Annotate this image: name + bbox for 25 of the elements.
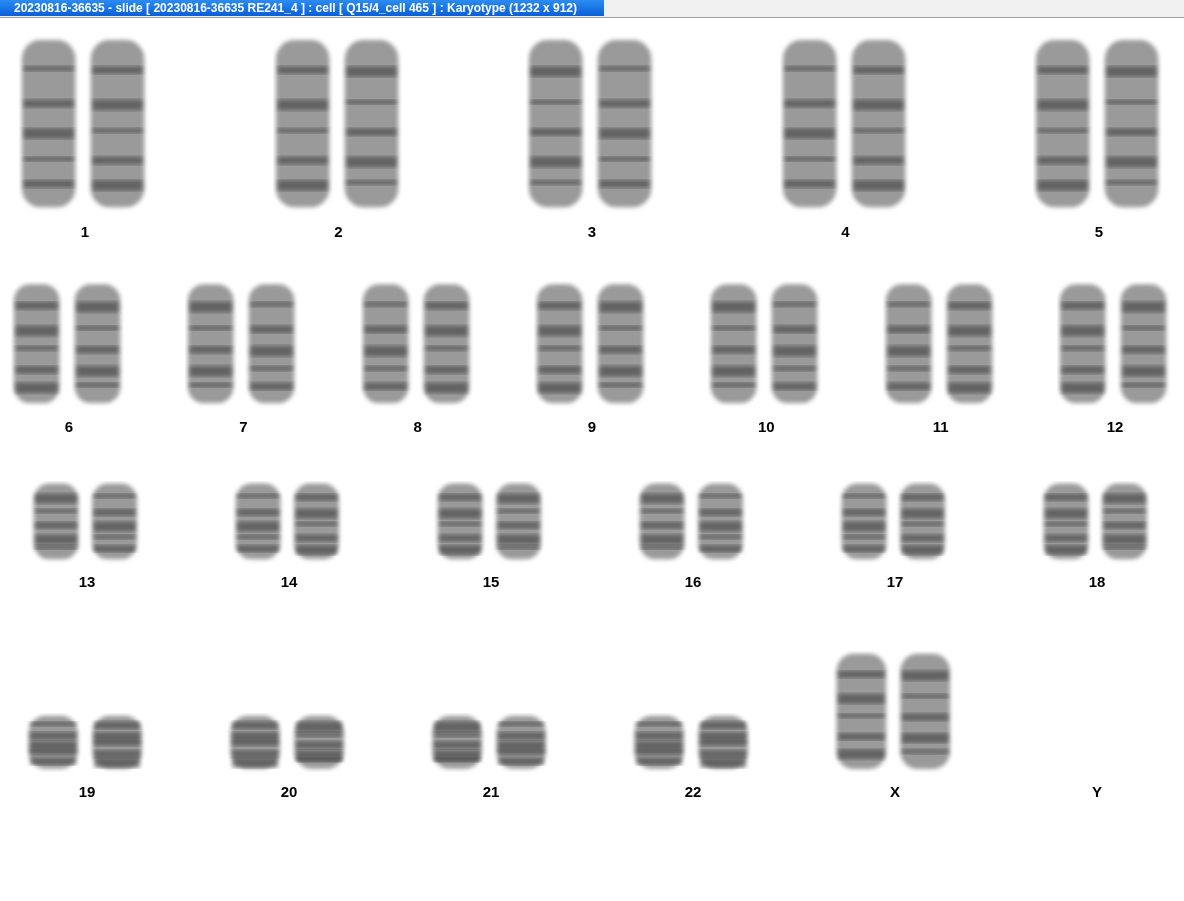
chromosome-number: 19 xyxy=(78,783,96,801)
chromosome-number: 22 xyxy=(684,783,702,801)
chromosome-number: 17 xyxy=(886,573,904,591)
chromosome-number: 2 xyxy=(334,223,343,241)
chromosome-number: 15 xyxy=(482,573,500,591)
chromosome-number: 6 xyxy=(64,418,74,436)
chromosome-number: 1 xyxy=(80,223,90,241)
chromosome-number: Y xyxy=(1092,783,1102,801)
chromosome-number: 9 xyxy=(587,418,597,436)
chromosome-number: 11 xyxy=(932,418,949,436)
chromosome-number: 7 xyxy=(239,418,248,436)
chromosome-number: 12 xyxy=(1106,418,1124,436)
chromosome-number: 4 xyxy=(841,223,850,241)
chromosome-number: 8 xyxy=(413,418,422,436)
chromosome-number: 16 xyxy=(684,573,702,591)
chromosome-number: 13 xyxy=(78,573,96,591)
chromosome-number: 10 xyxy=(757,418,775,436)
chromosome-number: X xyxy=(890,783,900,801)
window-title: 20230816-36635 - slide [ 20230816-36635 RE241_4 ] : cell [ Q15/4_cell 465 ] : Karyotype (1232 x 912) xyxy=(0,0,604,16)
chromosome-number: 18 xyxy=(1088,573,1106,591)
chromosome-number: 20 xyxy=(280,783,298,801)
chromosome-number: 14 xyxy=(280,573,298,591)
chromosome-number: 21 xyxy=(482,783,500,801)
chromosome-number: 3 xyxy=(587,223,597,241)
chromosome-number: 5 xyxy=(1094,223,1104,241)
